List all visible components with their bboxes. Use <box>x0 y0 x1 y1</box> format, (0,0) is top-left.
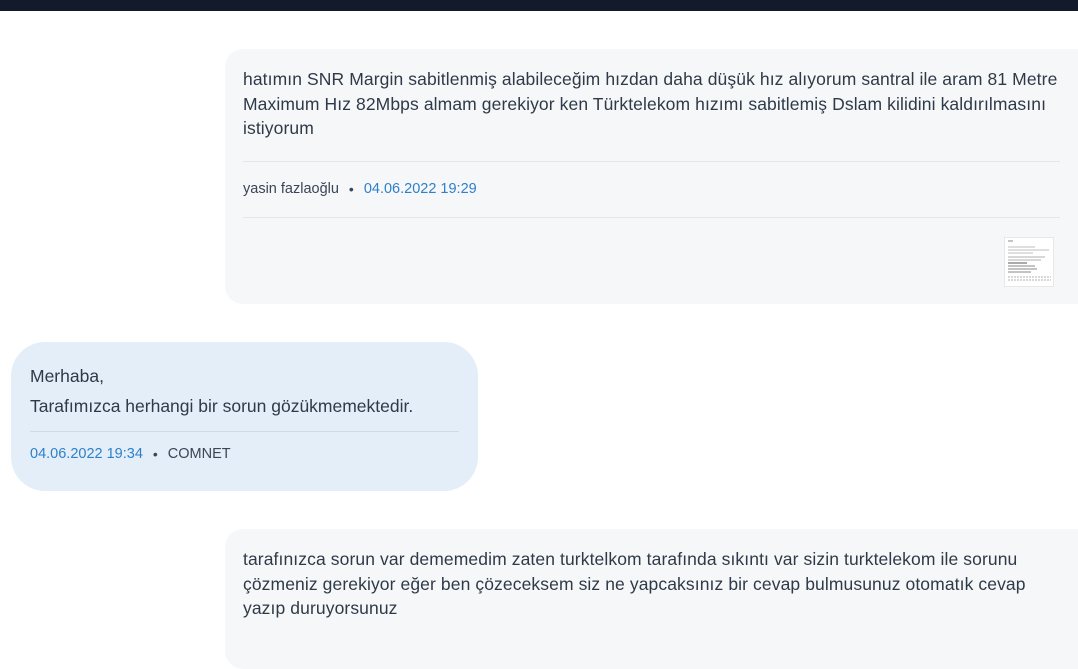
attachment-thumbnail[interactable] <box>1004 236 1054 287</box>
top-header-bar <box>0 0 1078 11</box>
document-preview-icon <box>1005 237 1053 286</box>
reply-greeting: Merhaba, <box>30 366 104 386</box>
customer-message: hatımın SNR Margin sabitlenmiş alabilece… <box>225 49 1078 304</box>
reply-meta: 04.06.2022 19:34 • COMNET <box>30 431 459 462</box>
message-meta: yasin fazlaoğlu • 04.06.2022 19:29 <box>243 160 1060 201</box>
reply-text: Tarafımızca herhangi bir sorun gözükmeme… <box>30 396 414 416</box>
support-reply-message: Merhaba, Tarafımızca herhangi bir sorun … <box>11 342 478 491</box>
message-date: 04.06.2022 19:29 <box>363 181 477 197</box>
reply-date: 04.06.2022 19:34 <box>30 446 143 462</box>
reply-company: COMNET <box>167 446 231 462</box>
message-text: hatımın SNR Margin sabitlenmiş alabilece… <box>243 69 1058 138</box>
meta-separator: • <box>348 181 354 197</box>
attachments-row <box>243 216 1060 306</box>
meta-separator: • <box>152 446 158 462</box>
message-text: tarafınızca sorun var dememedim zaten tu… <box>243 549 1026 618</box>
customer-message: tarafınızca sorun var dememedim zaten tu… <box>225 529 1078 669</box>
message-author: yasin fazlaoğlu <box>243 181 339 197</box>
